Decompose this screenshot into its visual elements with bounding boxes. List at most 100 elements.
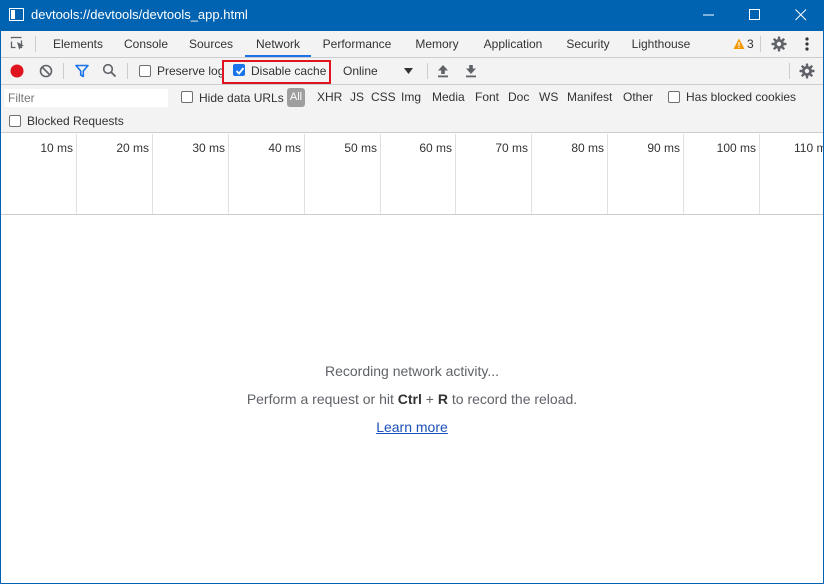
- reload-hint-suffix: to record the reload.: [447, 391, 578, 407]
- tabbar-divider: [760, 36, 761, 52]
- network-empty-state: Recording network activity... Perform a …: [1, 216, 823, 583]
- funnel-icon: [75, 64, 89, 78]
- minimize-button[interactable]: [686, 0, 732, 31]
- timeline-gridline: [683, 134, 684, 214]
- search-button[interactable]: [102, 63, 117, 78]
- gear-icon: [771, 36, 787, 52]
- has-blocked-cookies-checkbox[interactable]: [668, 91, 680, 103]
- type-filter-ws[interactable]: WS: [539, 90, 558, 104]
- tab-security[interactable]: Security: [557, 31, 619, 57]
- timeline-gridline: [152, 134, 153, 214]
- settings-button[interactable]: [771, 36, 787, 52]
- timeline-tick-label: 80 ms: [571, 141, 604, 155]
- type-filter-css[interactable]: CSS: [371, 90, 396, 104]
- timeline-gridline: [76, 134, 77, 214]
- timeline-tick-label: 40 ms: [268, 141, 301, 155]
- network-settings-button[interactable]: [799, 63, 815, 79]
- type-filter-manifest[interactable]: Manifest: [567, 90, 612, 104]
- blocked-requests-checkbox[interactable]: [9, 115, 21, 127]
- has-blocked-cookies-label[interactable]: Has blocked cookies: [686, 90, 796, 104]
- close-button[interactable]: [778, 0, 824, 31]
- type-filter-xhr[interactable]: XHR: [317, 90, 342, 104]
- minimize-icon: [703, 14, 714, 16]
- tab-network[interactable]: Network: [245, 31, 311, 57]
- reload-hint-prefix: Perform a request or hit: [246, 391, 398, 407]
- tab-elements[interactable]: Elements: [45, 31, 111, 57]
- maximize-icon: [749, 9, 760, 20]
- type-filter-img[interactable]: Img: [401, 90, 421, 104]
- timeline-gridline: [759, 134, 760, 214]
- warning-icon: [733, 38, 745, 49]
- learn-more-row: Learn more: [1, 419, 823, 435]
- more-options-button[interactable]: [801, 36, 813, 52]
- hide-data-urls-label[interactable]: Hide data URLs: [199, 91, 284, 105]
- preserve-log-label[interactable]: Preserve log: [157, 64, 224, 78]
- network-toolbar: Preserve log Disable cache Online: [1, 58, 823, 85]
- recording-status: Recording network activity...: [324, 363, 500, 379]
- timeline-tick-label: 30 ms: [192, 141, 225, 155]
- throttling-value: Online: [343, 64, 378, 78]
- timeline-tick-label: 110 ms: [794, 141, 823, 155]
- record-button[interactable]: [10, 64, 24, 78]
- maximize-button[interactable]: [732, 0, 778, 31]
- upload-arrow-icon: [438, 65, 448, 78]
- timeline-overview[interactable]: 10 ms 20 ms 30 ms 40 ms 50 ms 60 ms 70 m…: [1, 134, 823, 215]
- clear-button[interactable]: [39, 64, 53, 78]
- toolbar-divider: [63, 63, 64, 79]
- type-filter-font[interactable]: Font: [475, 90, 499, 104]
- type-filter-doc[interactable]: Doc: [508, 90, 529, 104]
- type-filter-js[interactable]: JS: [350, 90, 364, 104]
- vertical-dots-icon: [805, 37, 809, 51]
- tab-application[interactable]: Application: [473, 31, 553, 57]
- shortcut-plus: +: [421, 391, 438, 407]
- inspect-cursor-icon: [10, 36, 24, 50]
- blocked-requests-label[interactable]: Blocked Requests: [27, 114, 124, 128]
- import-har-button[interactable]: [437, 64, 449, 78]
- tab-performance[interactable]: Performance: [315, 31, 399, 57]
- search-icon: [102, 63, 117, 78]
- shortcut-key-r: R: [437, 391, 448, 407]
- timeline-tick-label: 50 ms: [344, 141, 377, 155]
- warning-count: 3: [747, 37, 754, 51]
- download-arrow-icon: [466, 65, 476, 78]
- inspect-element-button[interactable]: [10, 36, 26, 52]
- timeline-gridline: [531, 134, 532, 214]
- toolbar-divider: [127, 63, 128, 79]
- tab-memory[interactable]: Memory: [405, 31, 469, 57]
- timeline-gridline: [607, 134, 608, 214]
- tab-sources[interactable]: Sources: [181, 31, 241, 57]
- throttling-select[interactable]: Online: [339, 61, 419, 81]
- filter-bar: Hide data URLs All XHR JS CSS Img Media …: [1, 85, 823, 133]
- filter-input[interactable]: [4, 89, 168, 107]
- window-titlebar: devtools://devtools/devtools_app.html: [0, 0, 824, 31]
- timeline-tick-label: 60 ms: [419, 141, 452, 155]
- timeline-tick-label: 100 ms: [716, 141, 756, 155]
- timeline-gridline: [228, 134, 229, 214]
- toolbar-divider: [427, 63, 428, 79]
- timeline-gridline: [304, 134, 305, 214]
- toolbar-divider: [789, 63, 790, 79]
- hide-data-urls-checkbox[interactable]: [181, 91, 193, 103]
- reload-hint: Perform a request or hit Ctrl + R to rec…: [1, 391, 823, 407]
- window-title: devtools://devtools/devtools_app.html: [31, 7, 248, 22]
- close-icon: [795, 9, 807, 21]
- timeline-gridline: [380, 134, 381, 214]
- preserve-log-checkbox[interactable]: [139, 65, 151, 77]
- export-har-button[interactable]: [465, 64, 477, 78]
- record-icon: [10, 64, 24, 78]
- type-filter-other[interactable]: Other: [623, 90, 653, 104]
- dropdown-arrow-icon: [404, 68, 413, 74]
- timeline-tick-label: 90 ms: [647, 141, 680, 155]
- devtools-tabbar: Elements Console Sources Network Perform…: [1, 31, 823, 58]
- clear-icon: [39, 64, 53, 78]
- tabbar-divider: [35, 36, 36, 52]
- timeline-tick-label: 20 ms: [116, 141, 149, 155]
- tab-console[interactable]: Console: [115, 31, 177, 57]
- tab-lighthouse[interactable]: Lighthouse: [623, 31, 699, 57]
- type-filter-media[interactable]: Media: [432, 90, 465, 104]
- learn-more-link[interactable]: Learn more: [376, 419, 448, 435]
- type-filter-all[interactable]: All: [287, 88, 305, 107]
- filter-toggle-button[interactable]: [75, 64, 89, 78]
- gear-icon: [799, 63, 815, 79]
- timeline-tick-label: 70 ms: [495, 141, 528, 155]
